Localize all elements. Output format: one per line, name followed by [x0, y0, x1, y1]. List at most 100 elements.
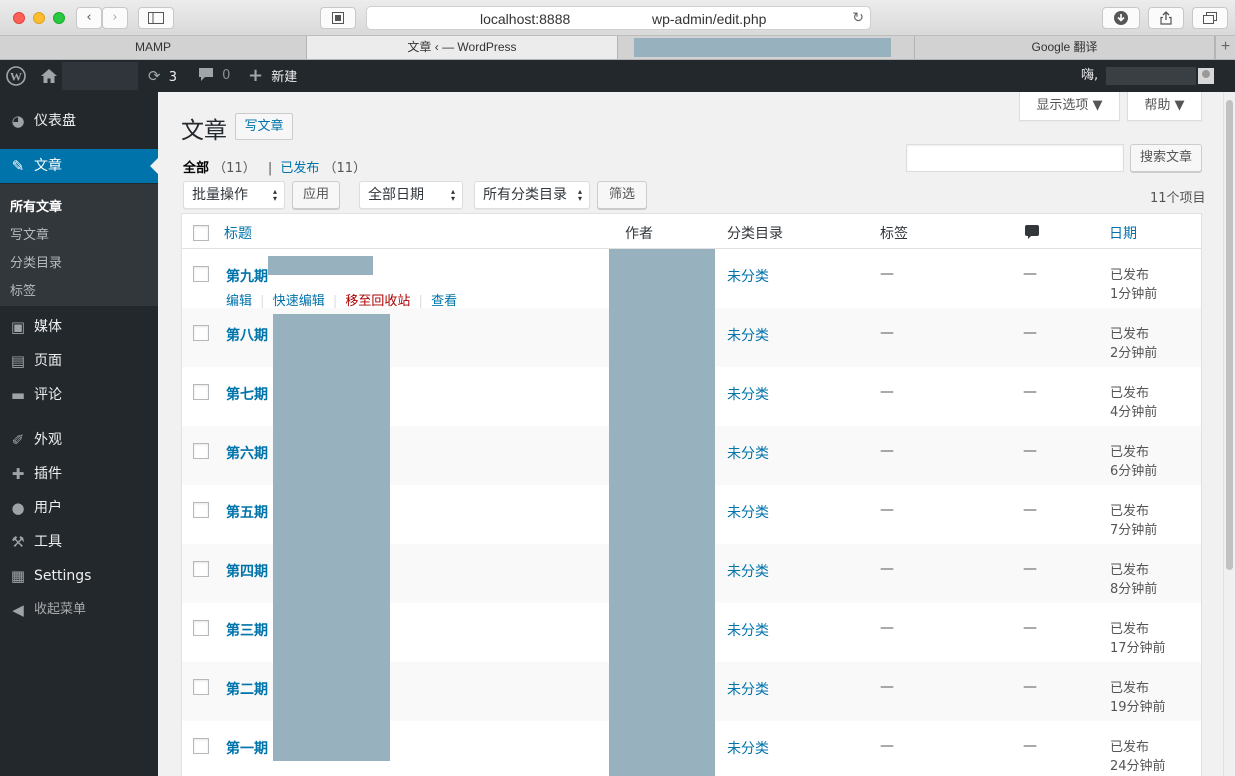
tab-wordpress[interactable]: 文章 ‹ — WordPress: [307, 36, 618, 59]
sidebar-item-label: 文章: [34, 158, 62, 174]
post-status: 已发布: [1110, 327, 1150, 342]
select-all-checkbox[interactable]: [193, 225, 209, 241]
post-title-link[interactable]: 第八期: [226, 325, 268, 345]
sidebar-toggle-button[interactable]: [138, 7, 174, 29]
view-link[interactable]: 查看: [431, 294, 457, 309]
row-checkbox[interactable]: [193, 561, 209, 577]
refresh-icon: ⟳: [148, 67, 161, 85]
post-time: 17分钟前: [1110, 641, 1166, 656]
category-link[interactable]: 未分类: [727, 443, 769, 463]
howdy-label[interactable]: 嗨,: [1081, 60, 1098, 92]
page-scrollbar[interactable]: [1223, 92, 1235, 776]
row-checkbox[interactable]: [193, 443, 209, 459]
category-link[interactable]: 未分类: [727, 620, 769, 640]
trash-link[interactable]: 移至回收站: [345, 294, 410, 309]
admin-sidebar: ◕ 仪表盘 ✎ 文章 所有文章 写文章 分类目录 标签 ▣ 媒体 ▤ 页面 ▬ …: [0, 92, 158, 776]
post-status: 已发布: [1110, 740, 1150, 755]
date-filter-select[interactable]: 全部日期: [359, 181, 463, 209]
submenu-tags[interactable]: 标签: [10, 280, 36, 299]
category-link[interactable]: 未分类: [727, 266, 769, 286]
new-tab-button[interactable]: +: [1215, 36, 1235, 59]
sidebar-item-comments[interactable]: ▬ 评论: [0, 378, 158, 412]
address-bar[interactable]: localhost:8888/ wp-admin/edit.php ↻: [366, 6, 871, 30]
comments-button[interactable]: 0: [198, 60, 230, 92]
svg-text:W: W: [10, 70, 22, 84]
category-link[interactable]: 未分类: [727, 738, 769, 758]
sidebar-item-pages[interactable]: ▤ 页面: [0, 344, 158, 378]
category-link[interactable]: 未分类: [727, 502, 769, 522]
post-title-link[interactable]: 第一期: [226, 738, 268, 758]
quick-edit-link[interactable]: 快速编辑: [273, 294, 325, 309]
reload-icon[interactable]: ↻: [852, 9, 864, 26]
category-link[interactable]: 未分类: [727, 679, 769, 699]
post-title-link[interactable]: 第九期: [226, 266, 268, 286]
close-window-button[interactable]: [13, 12, 25, 24]
post-title-link[interactable]: 第二期: [226, 679, 268, 699]
scrollbar-thumb[interactable]: [1226, 100, 1233, 570]
post-title-link[interactable]: 第三期: [226, 620, 268, 640]
tab-mamp[interactable]: MAMP: [0, 36, 307, 59]
submenu-categories[interactable]: 分类目录: [10, 252, 62, 271]
row-checkbox[interactable]: [193, 679, 209, 695]
column-date[interactable]: 日期: [1109, 223, 1137, 243]
comments-count: 0: [222, 68, 231, 83]
filter-all-link[interactable]: 全部: [183, 161, 209, 176]
category-link[interactable]: 未分类: [727, 325, 769, 345]
tab-google-translate[interactable]: Google 翻译: [915, 36, 1215, 59]
sidebar-item-posts[interactable]: ✎ 文章: [0, 149, 158, 183]
sidebar-item-plugins[interactable]: ✚ 插件: [0, 457, 158, 491]
row-checkbox[interactable]: [193, 266, 209, 282]
tab-overview-button[interactable]: [1192, 7, 1228, 29]
sidebar-item-dashboard[interactable]: ◕ 仪表盘: [0, 104, 158, 138]
category-link[interactable]: 未分类: [727, 384, 769, 404]
edit-link[interactable]: 编辑: [226, 294, 252, 309]
search-posts-button[interactable]: 搜索文章: [1130, 144, 1202, 172]
minimize-window-button[interactable]: [33, 12, 45, 24]
apply-button[interactable]: 应用: [292, 181, 340, 209]
forward-button[interactable]: ›: [102, 7, 128, 29]
row-checkbox[interactable]: [193, 502, 209, 518]
downloads-button[interactable]: [1102, 7, 1140, 29]
collapse-menu-button[interactable]: ◀ 收起菜单: [0, 593, 158, 627]
wp-logo-button[interactable]: W: [6, 60, 26, 92]
sidebar-item-label: 插件: [34, 466, 62, 482]
submenu-write-post[interactable]: 写文章: [10, 224, 49, 243]
avatar[interactable]: [1198, 68, 1214, 84]
post-title-link[interactable]: 第五期: [226, 502, 268, 522]
post-time: 7分钟前: [1110, 523, 1158, 538]
sidebar-item-tools[interactable]: ⚒ 工具: [0, 525, 158, 559]
sidebar-item-settings[interactable]: ▦ Settings: [0, 559, 158, 593]
reader-button[interactable]: [320, 7, 356, 29]
new-content-button[interactable]: + 新建: [248, 60, 297, 92]
search-input[interactable]: [906, 144, 1124, 172]
redacted-block: [609, 249, 715, 776]
back-button[interactable]: ‹: [76, 7, 102, 29]
column-title[interactable]: 标题: [224, 223, 252, 243]
filter-button[interactable]: 筛选: [597, 181, 647, 209]
sidebar-item-users[interactable]: ● 用户: [0, 491, 158, 525]
comments-cell: —: [1023, 325, 1037, 341]
post-title-link[interactable]: 第四期: [226, 561, 268, 581]
filter-published-link[interactable]: 已发布: [280, 161, 319, 176]
redacted-block: [273, 314, 390, 761]
bulk-actions-select[interactable]: 批量操作: [183, 181, 285, 209]
row-checkbox[interactable]: [193, 384, 209, 400]
category-link[interactable]: 未分类: [727, 561, 769, 581]
sidebar-item-appearance[interactable]: ✐ 外观: [0, 423, 158, 457]
post-title-link[interactable]: 第六期: [226, 443, 268, 463]
zoom-window-button[interactable]: [53, 12, 65, 24]
submenu-all-posts[interactable]: 所有文章: [10, 196, 62, 215]
help-button[interactable]: 帮助 ▼: [1127, 92, 1202, 121]
add-new-post-button[interactable]: 写文章: [235, 113, 293, 140]
updates-button[interactable]: ⟳ 3: [148, 60, 177, 92]
row-checkbox[interactable]: [193, 620, 209, 636]
post-title-link[interactable]: 第七期: [226, 384, 268, 404]
screen-options-button[interactable]: 显示选项 ▼: [1019, 92, 1120, 121]
row-checkbox[interactable]: [193, 738, 209, 754]
category-filter-select[interactable]: 所有分类目录: [474, 181, 590, 209]
row-checkbox[interactable]: [193, 325, 209, 341]
site-home-button[interactable]: [40, 60, 58, 92]
sidebar-item-media[interactable]: ▣ 媒体: [0, 310, 158, 344]
share-button[interactable]: [1148, 7, 1184, 29]
row-actions: 编辑 | 快速编辑 | 移至回收站 | 查看: [226, 290, 457, 309]
